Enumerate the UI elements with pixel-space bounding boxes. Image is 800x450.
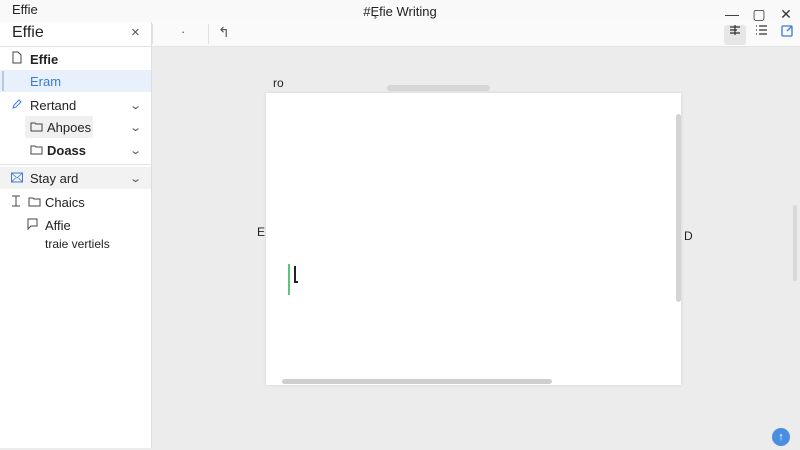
sidebar-item-stay-ard[interactable]: Stay ard ⌄	[0, 167, 151, 189]
sidebar: Effie × Effie Eram Rertand ⌄ Ahpoes ⌄ Do…	[0, 22, 152, 448]
sidebar-item-label: Rertand	[30, 97, 77, 113]
sidebar-item-label: Eram	[30, 73, 62, 89]
maximize-button[interactable]: ▢	[749, 4, 769, 24]
sidebar-title: Effie	[12, 24, 44, 41]
sidebar-item-effie[interactable]: Effie	[0, 48, 151, 70]
title-bar: Effie #Ȩfie Writing — ▢ ✕	[0, 0, 800, 22]
divider	[0, 164, 151, 165]
sidebar-item-eram[interactable]: Eram	[0, 70, 151, 92]
undo-button[interactable]: ↰	[218, 24, 230, 41]
edit-export-icon[interactable]	[781, 24, 794, 40]
sidebar-item-label: Effie	[30, 51, 59, 67]
line-marker	[288, 264, 290, 295]
sidebar-item-doass[interactable]: Doass ⌄	[0, 139, 151, 161]
format-icon[interactable]	[729, 24, 741, 39]
pencil-icon	[11, 98, 23, 113]
list-icon[interactable]	[755, 24, 768, 39]
sidebar-item-label: traie vertiels	[45, 237, 110, 251]
page-vertical-scrollbar[interactable]	[676, 114, 681, 302]
sidebar-close-button[interactable]: ×	[131, 24, 140, 41]
sidebar-item-chaics[interactable]: Chaics	[0, 191, 151, 213]
folder-icon	[30, 143, 43, 158]
page-horizontal-scrollbar[interactable]	[282, 379, 552, 384]
sidebar-item-rertand[interactable]: Rertand ⌄	[0, 94, 151, 116]
note-icon	[26, 218, 39, 233]
selection-marker	[2, 71, 4, 91]
scroll-up-button[interactable]: ↑	[772, 428, 790, 446]
sidebar-item-label: Stay ard	[30, 170, 79, 186]
sidebar-item-traie-vertiels[interactable]: traie vertiels	[0, 233, 151, 255]
text-caret	[294, 266, 298, 283]
divider	[208, 24, 209, 44]
canvas-note-top: ro	[273, 76, 284, 90]
sidebar-item-label: Doass	[47, 142, 87, 158]
canvas-scrollbar[interactable]	[793, 205, 797, 281]
window-title: #Ȩfie Writing	[363, 4, 437, 19]
chevron-down-icon[interactable]: ⌄	[129, 172, 142, 185]
minimize-button[interactable]: —	[722, 4, 742, 24]
chevron-down-icon[interactable]: ⌄	[129, 121, 142, 134]
canvas-note-right: D	[684, 229, 693, 243]
divider	[0, 46, 151, 47]
dot-button[interactable]: ·	[181, 24, 185, 39]
editor-page[interactable]	[266, 93, 681, 385]
chevron-down-icon[interactable]: ⌄	[129, 144, 142, 157]
divider	[152, 24, 153, 44]
sidebar-item-label: Ahpoes	[47, 119, 92, 135]
folder-icon	[30, 120, 43, 135]
sidebar-item-ahpoes[interactable]: Ahpoes ⌄	[0, 116, 151, 138]
ghost-tab-bar	[387, 85, 490, 91]
close-window-button[interactable]: ✕	[776, 4, 796, 24]
document-icon	[12, 51, 22, 67]
sidebar-item-label: Affie	[45, 217, 71, 233]
folder-icon	[28, 195, 41, 210]
editor-toolbar: · ↰	[152, 22, 800, 47]
canvas-note-left: E	[257, 225, 266, 239]
sidebar-item-label: Chaics	[45, 194, 85, 210]
mail-icon	[11, 171, 23, 186]
chevron-down-icon[interactable]: ⌄	[129, 99, 142, 112]
text-cursor-icon	[11, 195, 21, 210]
